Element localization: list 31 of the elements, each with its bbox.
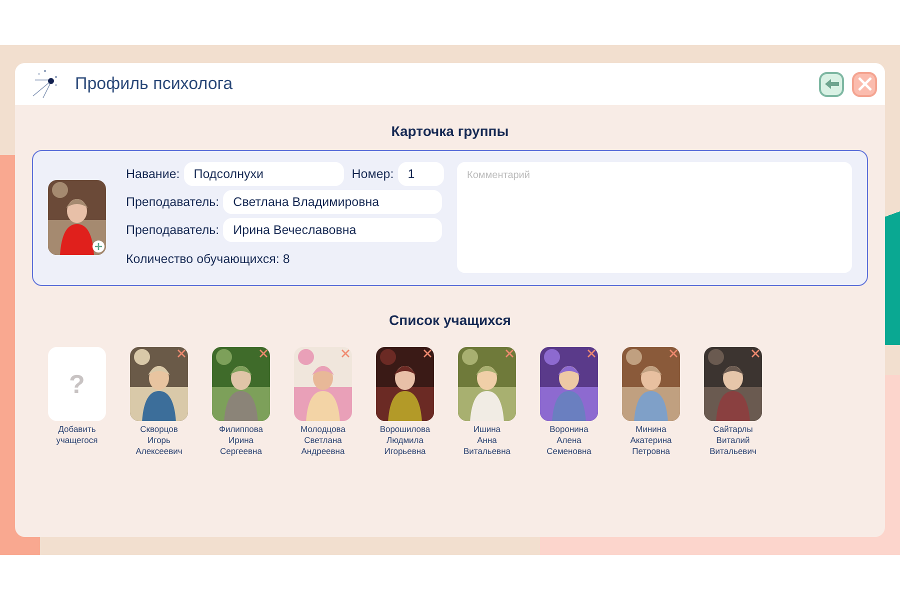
close-icon bbox=[856, 76, 872, 92]
text-field[interactable]: Ирина Вечеславовна bbox=[223, 218, 442, 242]
student-name: Сайтарлы Виталий Витальевич bbox=[708, 424, 758, 457]
student-count: Количество обучающихся: 8 bbox=[126, 251, 291, 268]
student-name: Воронина Алена Семеновна bbox=[546, 424, 592, 457]
back-arrow-icon bbox=[824, 78, 840, 90]
remove-icon[interactable] bbox=[751, 349, 760, 358]
field-label: Номер: bbox=[352, 166, 394, 183]
field-label: Навание: bbox=[126, 166, 180, 183]
add-student-label: Добавить учащегося bbox=[55, 424, 99, 446]
field-label: Преподаватель: bbox=[126, 222, 220, 239]
window-title: Профиль психолога bbox=[75, 73, 233, 96]
plus-icon[interactable] bbox=[92, 240, 105, 253]
text-field[interactable]: 1 bbox=[398, 162, 444, 186]
student-name: Ишина Анна Витальевна bbox=[462, 424, 512, 457]
remove-icon[interactable] bbox=[177, 349, 186, 358]
comment-field[interactable]: Комментарий bbox=[457, 162, 852, 273]
text-field[interactable]: Светлана Владимировна bbox=[223, 190, 442, 214]
back-button[interactable] bbox=[819, 72, 844, 96]
remove-icon[interactable] bbox=[587, 349, 596, 358]
student-name: Скворцов Игорь Алексеевич bbox=[134, 424, 184, 457]
student-name: Ворошилова Людмила Игорьевна bbox=[378, 424, 432, 457]
remove-icon[interactable] bbox=[423, 349, 432, 358]
text-field[interactable]: Подсолнухи bbox=[184, 162, 344, 186]
close-button[interactable] bbox=[852, 72, 877, 96]
section-title: Список учащихся bbox=[388, 311, 512, 330]
student-name: Филиппова Ирина Сергеевна bbox=[218, 424, 264, 457]
student-name: Минина Акатерина Петровна bbox=[629, 424, 673, 457]
field-label: Преподаватель: bbox=[126, 194, 220, 211]
student-name: Молодцова Светлана Андреевна bbox=[300, 424, 346, 457]
section-title: Карточка группы bbox=[390, 122, 510, 141]
